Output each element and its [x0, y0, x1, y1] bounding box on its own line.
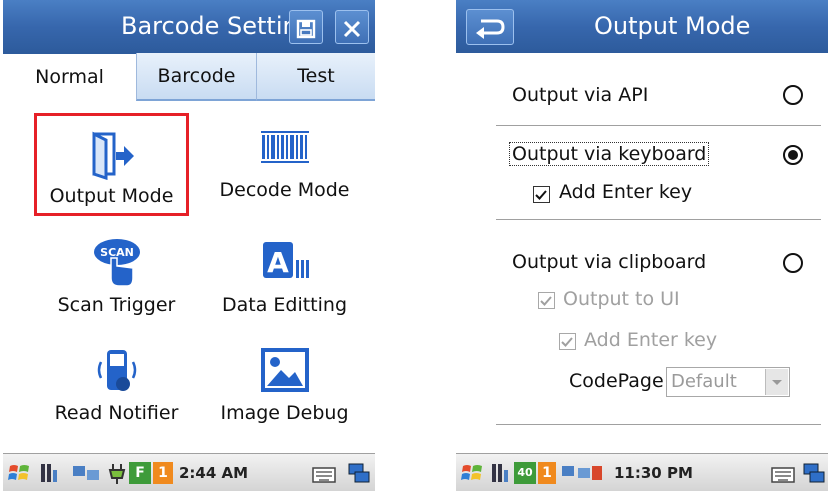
checkmark-icon	[561, 337, 573, 347]
image-debug-item[interactable]: Image Debug	[202, 336, 367, 436]
save-icon	[296, 19, 316, 39]
output-mode-item[interactable]: Output Mode	[34, 113, 189, 216]
tab-bar: Normal Barcode Test	[3, 53, 375, 101]
barcode-icon	[260, 131, 309, 163]
option-keyboard-radio[interactable]	[783, 145, 803, 165]
signal-icon[interactable]	[490, 460, 512, 486]
back-button[interactable]	[466, 9, 514, 45]
clipboard-ui-checkbox[interactable]	[538, 292, 555, 309]
data-editing-icon: A	[262, 242, 309, 279]
clipboard-enter-checkbox[interactable]	[559, 333, 576, 350]
output-mode-icon	[92, 131, 134, 180]
back-arrow-icon	[476, 19, 505, 39]
codepage-value: Default	[671, 371, 737, 392]
image-icon	[260, 348, 309, 392]
option-keyboard-label[interactable]: Output via keyboard	[508, 142, 710, 166]
option-api-label[interactable]: Output via API	[512, 84, 648, 106]
divider	[496, 219, 821, 220]
close-button[interactable]	[335, 10, 369, 44]
codepage-select[interactable]: Default	[666, 367, 790, 397]
option-api-radio[interactable]	[783, 85, 803, 105]
close-icon	[343, 20, 361, 38]
power-plug-icon[interactable]	[107, 460, 129, 486]
keyboard-enter-label[interactable]: Add Enter key	[559, 181, 692, 203]
signal-icon[interactable]	[39, 460, 61, 486]
scan-trigger-icon: SCAN	[93, 239, 140, 287]
window-title: Output Mode	[594, 12, 751, 40]
title-bar: Output Mode	[456, 0, 828, 53]
windows-start-icon[interactable]	[460, 460, 486, 486]
tab-normal[interactable]: Normal	[3, 53, 136, 101]
network-icon[interactable]	[71, 460, 103, 486]
taskbar: 40 1 11:30 PM	[456, 453, 828, 491]
scan-trigger-item[interactable]: SCAN Scan Trigger	[34, 228, 199, 328]
input-mode-badge[interactable]: 1	[153, 462, 173, 484]
codepage-label: CodePage	[569, 370, 664, 392]
divider	[496, 424, 821, 425]
clipboard-enter-label[interactable]: Add Enter key	[584, 329, 717, 351]
tab-barcode[interactable]: Barcode	[136, 53, 256, 101]
keyboard-icon[interactable]	[770, 460, 796, 486]
radio-selected-dot	[788, 150, 798, 160]
checkmark-icon	[535, 190, 547, 200]
tab-test[interactable]: Test	[256, 53, 375, 101]
chevron-down-icon	[772, 380, 782, 385]
taskbar: F 1 2:44 AM	[3, 453, 375, 491]
windows-start-icon[interactable]	[7, 460, 33, 486]
output-mode-screen: Output Mode Output via API Output via ke…	[456, 0, 828, 491]
input-mode-badge[interactable]: 1	[538, 462, 556, 484]
keyboard-enter-checkbox[interactable]	[533, 186, 550, 203]
window-switch-icon[interactable]	[802, 460, 828, 486]
window-switch-icon[interactable]	[347, 460, 373, 486]
clock[interactable]: 2:44 AM	[179, 464, 248, 482]
status-badge[interactable]: 40	[514, 462, 536, 484]
function-key-badge[interactable]: F	[129, 462, 151, 484]
dropdown-arrow[interactable]	[765, 369, 788, 395]
svg-text:SCAN: SCAN	[100, 246, 134, 259]
checkmark-icon	[540, 296, 552, 306]
window-title: Barcode Setting	[121, 12, 313, 40]
barcode-setting-screen: Barcode Setting Normal Barcode Test Outp…	[3, 0, 375, 491]
clock[interactable]: 11:30 PM	[614, 464, 693, 482]
divider	[496, 125, 821, 126]
title-bar: Barcode Setting	[3, 0, 375, 53]
network-icon[interactable]	[560, 460, 604, 486]
read-notifier-item[interactable]: Read Notifier	[34, 336, 199, 436]
keyboard-icon[interactable]	[311, 460, 337, 486]
read-notifier-icon	[97, 350, 136, 391]
decode-mode-item[interactable]: Decode Mode	[202, 113, 367, 213]
data-editing-item[interactable]: A Data Editting	[202, 228, 367, 328]
option-clipboard-label[interactable]: Output via clipboard	[512, 251, 706, 273]
option-clipboard-radio[interactable]	[783, 253, 803, 273]
clipboard-ui-label[interactable]: Output to UI	[563, 288, 680, 310]
save-button[interactable]	[289, 10, 323, 44]
svg-text:A: A	[267, 246, 289, 279]
